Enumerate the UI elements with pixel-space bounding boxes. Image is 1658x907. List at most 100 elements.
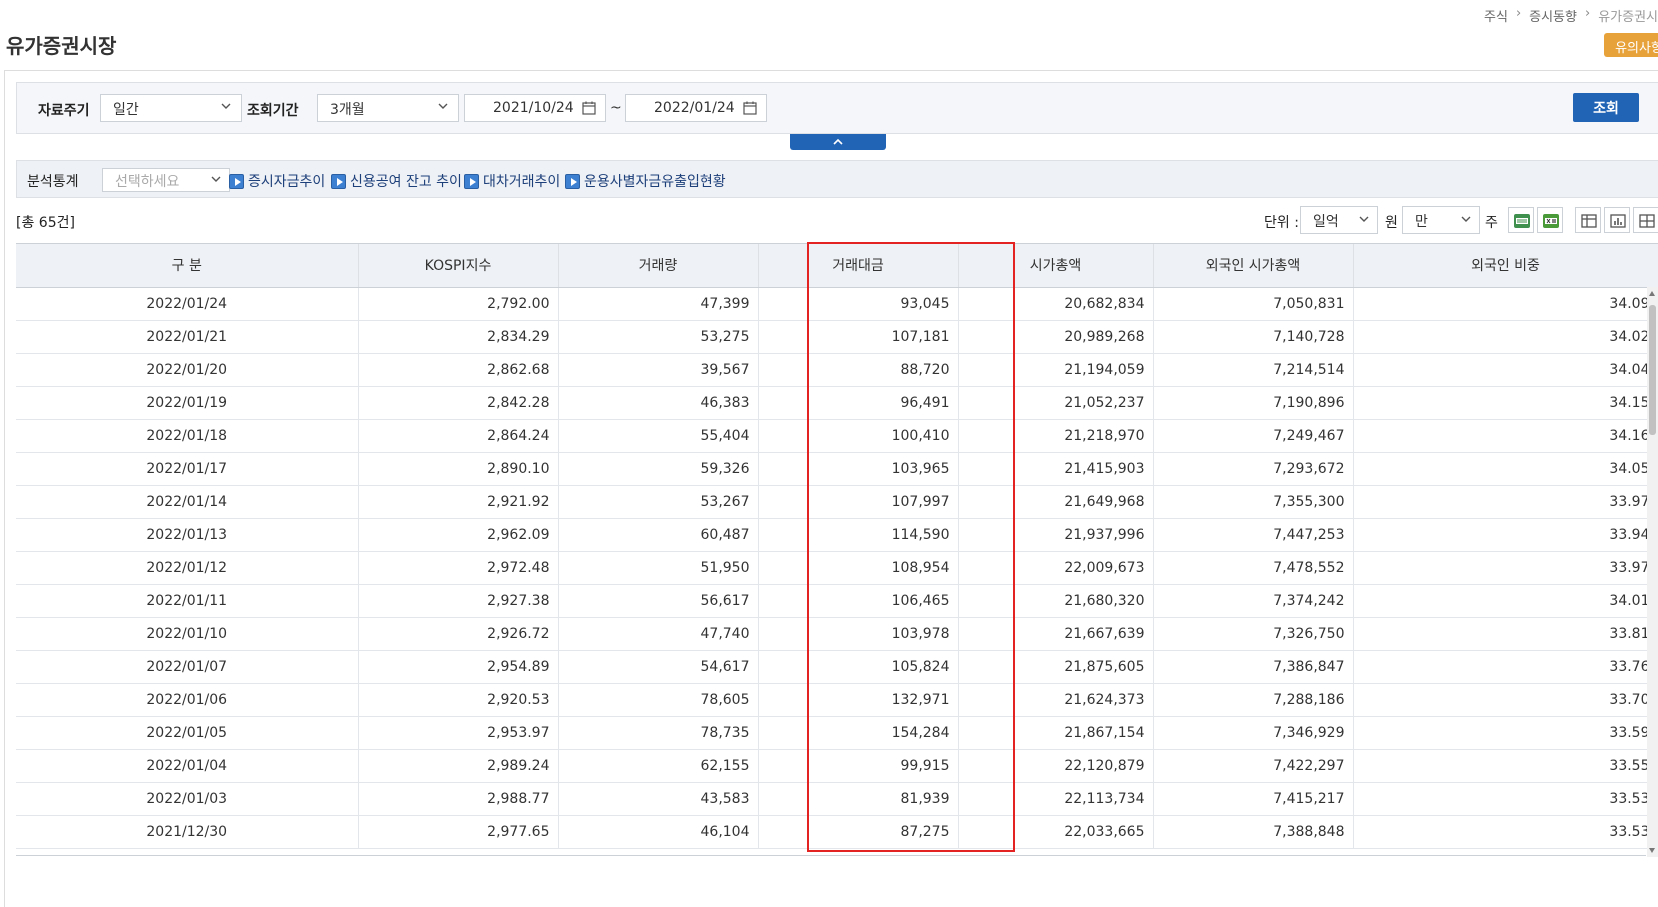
cell-foreign-market-cap: 7,249,467: [1153, 419, 1354, 453]
header-foreign-market-cap[interactable]: 외국인 시가총액: [1153, 244, 1354, 288]
table-row: 2022/01/03 2,988.77 43,583 81,939 22,113,734…: [16, 782, 1658, 816]
cell-kospi-index: 2,864.24: [358, 419, 559, 453]
cell-foreign-ratio: 33.97: [1353, 551, 1658, 585]
csv-download-button[interactable]: [1508, 207, 1534, 233]
cell-market-cap: 21,624,373: [958, 683, 1154, 717]
chevron-down-icon: [211, 176, 221, 182]
cell-volume: 47,740: [558, 617, 759, 651]
won-label: 원: [1385, 215, 1398, 231]
cell-foreign-ratio: 34.16: [1353, 419, 1658, 453]
cell-foreign-market-cap: 7,346,929: [1153, 716, 1354, 750]
cell-volume: 56,617: [558, 584, 759, 618]
cell-volume: 39,567: [558, 353, 759, 387]
notice-button[interactable]: 유의사항: [1604, 33, 1658, 57]
cell-market-cap: 22,009,673: [958, 551, 1154, 585]
cell-trading-value: 107,181: [758, 320, 959, 354]
breadcrumb: 주식 › 증시동향 › 유가증권시: [1484, 6, 1658, 25]
collapse-filter-button[interactable]: [790, 134, 886, 150]
cell-kospi-index: 2,972.48: [358, 551, 559, 585]
cell-kospi-index: 2,927.38: [358, 584, 559, 618]
cell-market-cap: 21,680,320: [958, 584, 1154, 618]
cell-trading-value: 93,045: [758, 287, 959, 321]
range-label: 조회기간: [247, 103, 299, 119]
cell-date: 2022/01/20: [16, 353, 359, 387]
cell-volume: 55,404: [558, 419, 759, 453]
cell-date: 2022/01/14: [16, 485, 359, 519]
breadcrumb-item-stock[interactable]: 주식: [1484, 6, 1508, 25]
cell-market-cap: 21,194,059: [958, 353, 1154, 387]
cell-foreign-market-cap: 7,140,728: [1153, 320, 1354, 354]
filter-bar: 자료주기 일간 조회기간 3개월 2021/10/24 ~ 2022/01/24: [16, 82, 1658, 134]
bar-chart-icon: [1610, 214, 1626, 228]
cell-kospi-index: 2,890.10: [358, 452, 559, 486]
header-volume[interactable]: 거래량: [558, 244, 759, 288]
cell-market-cap: 21,052,237: [958, 386, 1154, 420]
link-credit-balance[interactable]: 신용공여 잔고 추이: [331, 171, 462, 191]
cell-foreign-ratio: 33.94: [1353, 518, 1658, 552]
chart-view-button[interactable]: [1604, 207, 1630, 233]
cell-foreign-market-cap: 7,214,514: [1153, 353, 1354, 387]
cell-trading-value: 103,978: [758, 617, 959, 651]
cell-volume: 47,399: [558, 287, 759, 321]
calendar-icon[interactable]: [581, 100, 597, 116]
table-view-button[interactable]: [1575, 207, 1601, 233]
cell-market-cap: 21,649,968: [958, 485, 1154, 519]
share-unit-select[interactable]: 만: [1402, 206, 1480, 234]
link-fund-flow[interactable]: 운용사별자금유출입현황: [565, 171, 726, 191]
cell-date: 2022/01/07: [16, 650, 359, 684]
cell-kospi-index: 2,954.89: [358, 650, 559, 684]
cell-market-cap: 21,218,970: [958, 419, 1154, 453]
date-to-input[interactable]: 2022/01/24: [625, 94, 767, 122]
header-market-cap[interactable]: 시가총액: [958, 244, 1154, 288]
header-kospi-index[interactable]: KOSPI지수: [358, 244, 559, 288]
cell-date: 2021/12/30: [16, 815, 359, 849]
table-row: 2022/01/17 2,890.10 59,326 103,965 21,415,90…: [16, 452, 1658, 486]
play-icon: [331, 173, 346, 189]
analysis-stats-select[interactable]: 선택하세요: [102, 168, 230, 192]
cell-date: 2022/01/05: [16, 716, 359, 750]
range-select[interactable]: 3개월: [317, 94, 459, 122]
unit-label: 단위 :: [1264, 215, 1299, 231]
cell-market-cap: 21,875,605: [958, 650, 1154, 684]
calendar-icon[interactable]: [742, 100, 758, 116]
breadcrumb-separator-icon: ›: [1584, 6, 1591, 21]
header-trading-value[interactable]: 거래대금: [758, 244, 959, 288]
play-icon: [229, 173, 244, 189]
chevron-down-icon: [1461, 216, 1471, 222]
cell-kospi-index: 2,962.09: [358, 518, 559, 552]
grid-view-button[interactable]: [1633, 207, 1658, 233]
scrollbar-thumb[interactable]: [1649, 305, 1656, 435]
ju-label: 주: [1485, 215, 1498, 231]
cell-date: 2022/01/04: [16, 749, 359, 783]
data-table-container: 구 분 KOSPI지수 거래량 거래대금 시가총액 외국인 시가총액 외국인 비…: [16, 243, 1658, 893]
search-button[interactable]: 조회: [1573, 93, 1639, 122]
cell-foreign-market-cap: 7,388,848: [1153, 815, 1354, 849]
cell-market-cap: 20,989,268: [958, 320, 1154, 354]
chevron-down-icon: [221, 103, 231, 109]
amount-unit-select[interactable]: 일억: [1300, 206, 1378, 234]
cell-date: 2022/01/18: [16, 419, 359, 453]
table-row: 2022/01/24 2,792.00 47,399 93,045 20,682,834…: [16, 287, 1658, 321]
total-count: [총 65건]: [16, 215, 75, 231]
cell-trading-value: 106,465: [758, 584, 959, 618]
scroll-down-icon[interactable]: [1649, 848, 1655, 853]
table-scrollbar[interactable]: [1647, 287, 1658, 857]
cell-trading-value: 154,284: [758, 716, 959, 750]
cell-trading-value: 108,954: [758, 551, 959, 585]
link-market-funds[interactable]: 증시자금추이: [229, 171, 325, 191]
table-row: 2022/01/13 2,962.09 60,487 114,590 21,937,99…: [16, 518, 1658, 552]
cell-volume: 51,950: [558, 551, 759, 585]
excel-download-button[interactable]: [1537, 207, 1563, 233]
breadcrumb-item-market-trend[interactable]: 증시동향: [1529, 6, 1577, 25]
cell-kospi-index: 2,862.68: [358, 353, 559, 387]
header-date[interactable]: 구 분: [16, 244, 359, 288]
cell-kospi-index: 2,977.65: [358, 815, 559, 849]
period-select[interactable]: 일간: [100, 94, 242, 122]
header-foreign-ratio[interactable]: 외국인 비중: [1353, 244, 1658, 288]
date-from-input[interactable]: 2021/10/24: [464, 94, 606, 122]
link-lending-trend[interactable]: 대차거래추이: [464, 171, 560, 191]
scroll-up-icon[interactable]: [1649, 291, 1655, 296]
cell-trading-value: 105,824: [758, 650, 959, 684]
cell-foreign-market-cap: 7,422,297: [1153, 749, 1354, 783]
cell-trading-value: 103,965: [758, 452, 959, 486]
